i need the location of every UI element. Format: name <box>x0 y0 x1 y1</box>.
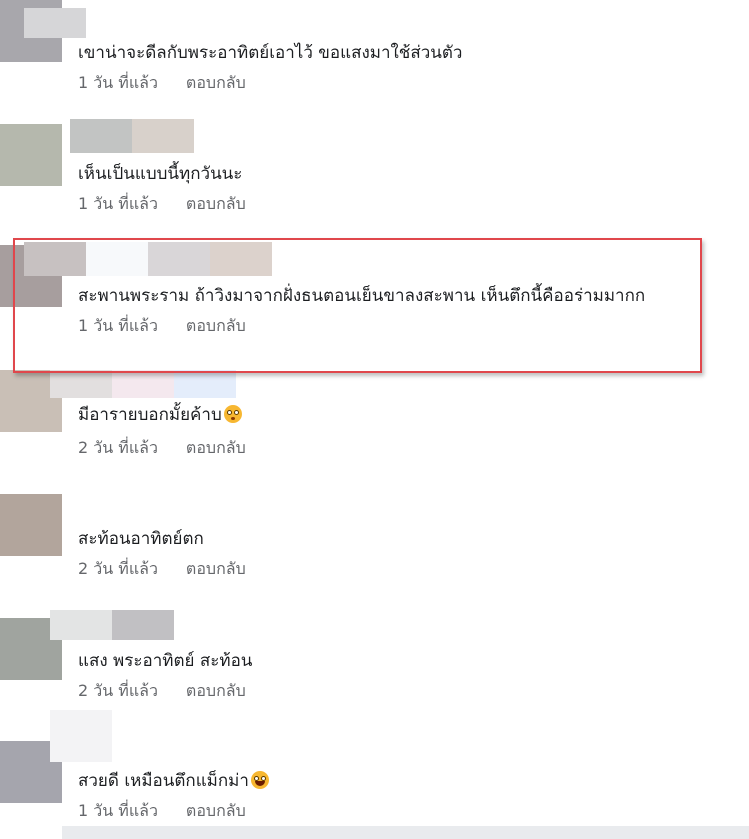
reply-button[interactable]: ตอบกลับ <box>186 681 246 700</box>
comment-meta: 2 วัน ที่แล้ว ตอบกลับ <box>78 681 246 701</box>
author-name-redacted <box>210 242 272 276</box>
author-name-redacted <box>132 119 194 153</box>
comment-time[interactable]: 2 วัน ที่แล้ว <box>78 438 158 457</box>
bottom-divider <box>62 826 749 839</box>
flushed-face-icon <box>223 405 242 423</box>
author-name-redacted <box>148 242 210 276</box>
comment-meta: 1 วัน ที่แล้ว ตอบกลับ <box>78 801 246 821</box>
laughing-face-icon <box>250 771 269 789</box>
author-name-redacted <box>24 8 86 38</box>
comment-text: มีอารายบอกมั้ยค้าบ <box>78 404 242 426</box>
reply-button[interactable]: ตอบกลับ <box>186 438 246 457</box>
comment-time[interactable]: 2 วัน ที่แล้ว <box>78 681 158 700</box>
comment-time[interactable]: 1 วัน ที่แล้ว <box>78 801 158 820</box>
comment-time[interactable]: 1 วัน ที่แล้ว <box>78 194 158 213</box>
comment-text-content: สวยดี เหมือนตึกแม็กม่า <box>78 771 249 791</box>
comment-meta: 1 วัน ที่แล้ว ตอบกลับ <box>78 194 246 214</box>
avatar[interactable] <box>0 124 62 186</box>
author-name-redacted <box>50 370 112 398</box>
reply-button[interactable]: ตอบกลับ <box>186 316 246 335</box>
comment-item: เห็นเป็นแบบนี้ทุกวันนะ 1 วัน ที่แล้ว ตอบก… <box>0 119 749 242</box>
comment-meta: 1 วัน ที่แล้ว ตอบกลับ <box>78 73 246 93</box>
author-name-redacted <box>50 710 112 762</box>
author-name-redacted <box>70 119 132 153</box>
author-name-redacted <box>112 610 174 640</box>
comment-text: สะพานพระราม ถ้าวิงมาจากฝั่งธนตอนเย็นขาลง… <box>78 286 646 306</box>
comment-text: เขาน่าจะดีลกับพระอาทิตย์เอาไว้ ขอแสงมาใช… <box>78 43 463 63</box>
author-name-redacted <box>174 370 236 398</box>
comment-item: เขาน่าจะดีลกับพระอาทิตย์เอาไว้ ขอแสงมาใช… <box>0 0 749 121</box>
comment-time[interactable]: 2 วัน ที่แล้ว <box>78 559 158 578</box>
comment-text: สะท้อนอาทิตย์ตก <box>78 529 204 549</box>
comment-meta: 1 วัน ที่แล้ว ตอบกลับ <box>78 316 246 336</box>
reply-button[interactable]: ตอบกลับ <box>186 73 246 92</box>
comment-item: สะท้อนอาทิตย์ตก 2 วัน ที่แล้ว ตอบกลับ <box>0 494 749 615</box>
comment-item: มีอารายบอกมั้ยค้าบ 2 วัน ที่แล้ว ตอบกลับ <box>0 370 749 491</box>
reply-button[interactable]: ตอบกลับ <box>186 559 246 578</box>
comment-text: แสง พระอาทิตย์ สะท้อน <box>78 651 253 671</box>
author-name-redacted <box>24 242 86 276</box>
reply-button[interactable]: ตอบกลับ <box>186 194 246 213</box>
comment-text: สวยดี เหมือนตึกแม็กม่า <box>78 770 269 792</box>
author-name-redacted <box>50 610 112 640</box>
comment-time[interactable]: 1 วัน ที่แล้ว <box>78 73 158 92</box>
comment-item: สวยดี เหมือนตึกแม็กม่า 1 วัน ที่แล้ว ตอบก… <box>0 710 749 831</box>
avatar[interactable] <box>0 494 62 556</box>
author-name-redacted <box>112 370 174 398</box>
comment-text: เห็นเป็นแบบนี้ทุกวันนะ <box>78 164 243 184</box>
comment-text-content: มีอารายบอกมั้ยค้าบ <box>78 405 222 425</box>
comment-meta: 2 วัน ที่แล้ว ตอบกลับ <box>78 438 246 458</box>
comment-time[interactable]: 1 วัน ที่แล้ว <box>78 316 158 335</box>
comment-item-highlighted: สะพานพระราม ถ้าวิงมาจากฝั่งธนตอนเย็นขาลง… <box>0 242 749 363</box>
reply-button[interactable]: ตอบกลับ <box>186 801 246 820</box>
comment-meta: 2 วัน ที่แล้ว ตอบกลับ <box>78 559 246 579</box>
author-name-redacted <box>86 242 148 276</box>
